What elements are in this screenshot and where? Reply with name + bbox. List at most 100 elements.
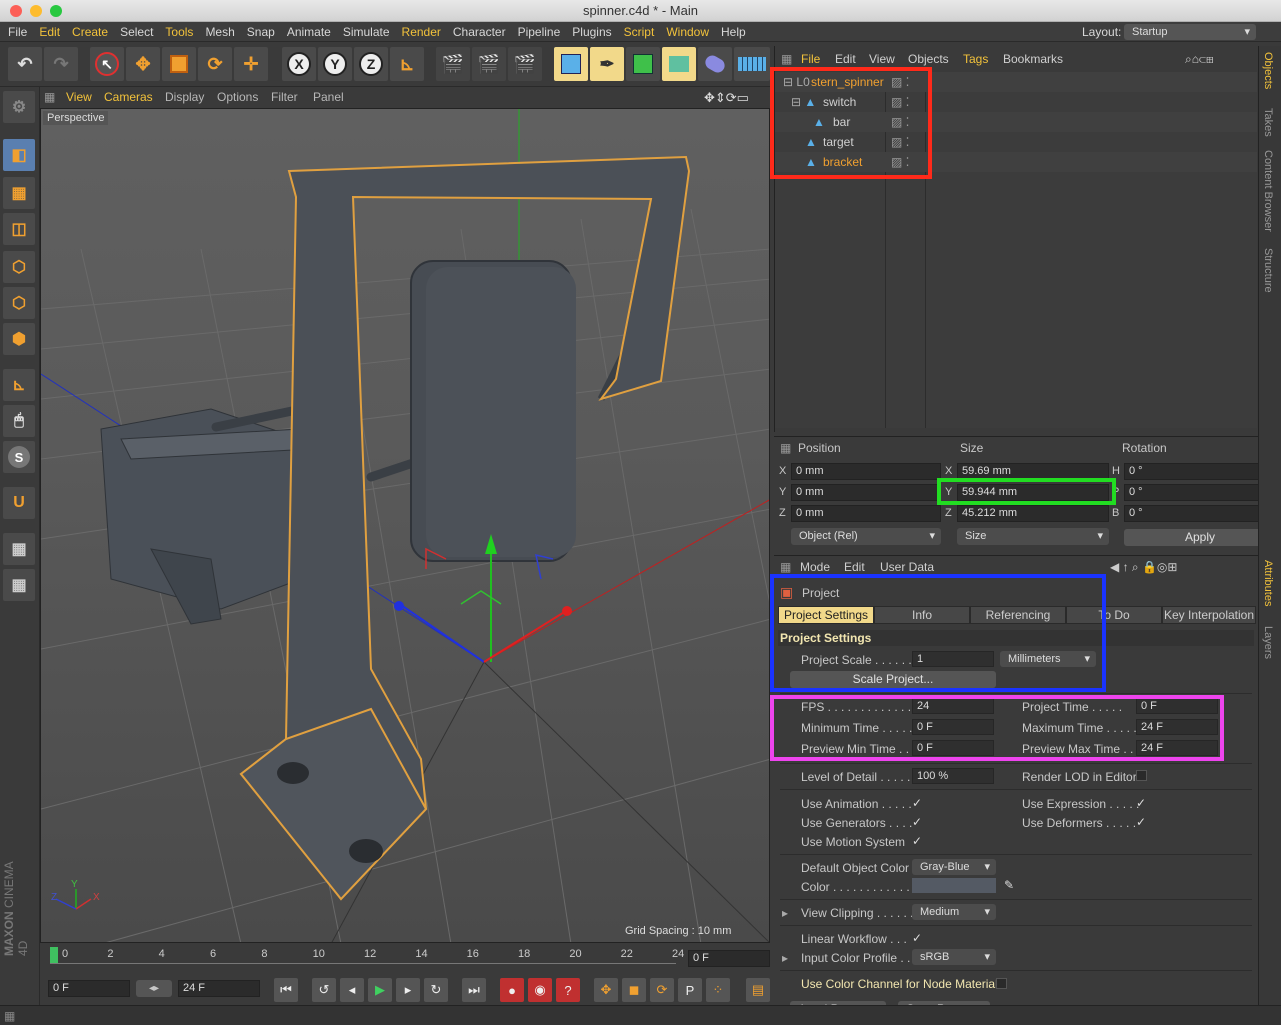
redo-icon[interactable]: ↷	[44, 47, 78, 81]
viewport-menu-options[interactable]: Options	[217, 90, 258, 104]
viewport-menu-cameras[interactable]: Cameras	[104, 90, 153, 104]
deformer-icon[interactable]	[698, 47, 732, 81]
points-mode-icon[interactable]: ⬡	[3, 251, 35, 283]
close-window-button[interactable]	[10, 5, 22, 17]
start-frame-field[interactable]: 0 F	[48, 980, 130, 997]
menu-render[interactable]: Render	[396, 22, 447, 42]
side-tab-layers[interactable]: Layers	[1262, 626, 1274, 659]
rotate-icon[interactable]: ⟳	[198, 47, 232, 81]
objects-menu-view[interactable]: View	[869, 52, 895, 66]
range-slider[interactable]: ◂▸	[136, 980, 172, 997]
pos-x-field[interactable]: 0 mm	[791, 463, 941, 480]
attr-menu-edit[interactable]: Edit	[844, 560, 865, 574]
pen-icon[interactable]: ✒	[590, 47, 624, 81]
key-rotation-icon[interactable]: ⟳	[650, 978, 674, 1002]
zoom-window-button[interactable]	[50, 5, 62, 17]
rot-h-field[interactable]: 0 °	[1124, 463, 1276, 480]
side-tab-attributes[interactable]: Attributes	[1262, 560, 1274, 606]
pos-z-field[interactable]: 0 mm	[791, 505, 941, 522]
rot-b-field[interactable]: 0 °	[1124, 505, 1276, 522]
locked-workplane-icon[interactable]: ▦	[3, 533, 35, 565]
menu-script[interactable]: Script	[618, 22, 661, 42]
live-selection-icon[interactable]: ↖	[90, 47, 124, 81]
timeline-window-icon[interactable]: ▤	[746, 978, 770, 1002]
playhead[interactable]	[50, 947, 58, 963]
timeline-ruler[interactable]: 0 2 4 6 8 10 12 14 16 18 20 22 24 0 F	[40, 945, 772, 975]
lod-field[interactable]: 100 %	[912, 768, 994, 784]
input-color-dropdown[interactable]: sRGB	[912, 949, 996, 965]
object-search-icon[interactable]: ⌕⌂⊂⊞	[1185, 52, 1214, 67]
menu-character[interactable]: Character	[447, 22, 512, 42]
texture-mode-icon[interactable]: ▦	[3, 177, 35, 209]
3d-viewport[interactable]: Perspective Y X Z Grid Spacing : 10 mm	[40, 108, 770, 943]
rot-p-field[interactable]: 0 °	[1124, 484, 1276, 501]
menu-pipeline[interactable]: Pipeline	[512, 22, 567, 42]
key-point-level-icon[interactable]: ⁘	[706, 978, 730, 1002]
make-editable-icon[interactable]: ⚙	[3, 91, 35, 123]
solo-icon[interactable]: S	[3, 441, 35, 473]
keyframe-selection-icon[interactable]: ?	[556, 978, 580, 1002]
use-deformers-checkbox[interactable]: ✓	[1136, 816, 1148, 828]
tweak-mode-icon[interactable]: 🖱	[3, 405, 35, 437]
model-mode-icon[interactable]: ◧	[3, 139, 35, 171]
cube-icon[interactable]	[554, 47, 588, 81]
pos-y-field[interactable]: 0 mm	[791, 484, 941, 501]
menu-mesh[interactable]: Mesh	[199, 22, 240, 42]
menu-help[interactable]: Help	[715, 22, 752, 42]
viewport-navigation-icons[interactable]: ✥⇕⟳▭	[704, 90, 749, 106]
menu-tools[interactable]: Tools	[159, 22, 199, 42]
subdivision-icon[interactable]	[626, 47, 660, 81]
side-tab-takes[interactable]: Takes	[1262, 108, 1274, 137]
render-settings-icon[interactable]: 🎬	[508, 47, 542, 81]
view-clipping-expand-icon[interactable]: ▸	[782, 906, 788, 920]
side-tab-objects[interactable]: Objects	[1262, 52, 1274, 89]
render-picture-viewer-icon[interactable]: 🎬	[472, 47, 506, 81]
eyedropper-icon[interactable]: ✎	[1004, 878, 1014, 892]
color-swatch[interactable]	[912, 878, 996, 893]
autokey-icon[interactable]: ◉	[528, 978, 552, 1002]
objects-menu-tags[interactable]: Tags	[963, 52, 988, 66]
y-axis-lock-icon[interactable]: Y	[318, 47, 352, 81]
coordinate-mode-dropdown[interactable]: Object (Rel)	[791, 528, 941, 545]
transform-icon[interactable]: ✛	[234, 47, 268, 81]
key-scale-icon[interactable]: ◼	[622, 978, 646, 1002]
x-axis-lock-icon[interactable]: X	[282, 47, 316, 81]
move-icon[interactable]: ✥	[126, 47, 160, 81]
side-tab-structure[interactable]: Structure	[1262, 248, 1274, 293]
use-motion-checkbox[interactable]: ✓	[912, 835, 924, 847]
use-generators-checkbox[interactable]: ✓	[912, 816, 924, 828]
use-animation-checkbox[interactable]: ✓	[912, 797, 924, 809]
scale-icon[interactable]	[162, 47, 196, 81]
viewport-menu-view[interactable]: View	[66, 90, 92, 104]
workplane-icon[interactable]: ◫	[3, 213, 35, 245]
record-keys-icon[interactable]: ●	[500, 978, 524, 1002]
objects-menu-bookmarks[interactable]: Bookmarks	[1003, 52, 1063, 66]
coordinate-system-icon[interactable]: ⊾	[390, 47, 424, 81]
menu-file[interactable]: File	[0, 22, 33, 42]
viewport-menu-filter[interactable]: Filter	[271, 90, 298, 104]
apply-button[interactable]: Apply	[1124, 529, 1276, 546]
attr-nav-icons[interactable]: ◀ ↑ ⌕ 🔒◎⊞	[1110, 560, 1177, 575]
objects-menu-edit[interactable]: Edit	[835, 52, 856, 66]
current-frame-field[interactable]: 0 F	[688, 950, 770, 967]
go-to-start-icon[interactable]: ⏮	[274, 978, 298, 1002]
key-parameter-icon[interactable]: P	[678, 978, 702, 1002]
key-position-icon[interactable]: ✥	[594, 978, 618, 1002]
side-tab-content-browser[interactable]: Content Browser	[1262, 150, 1274, 232]
floor-icon[interactable]	[734, 47, 770, 81]
polygons-mode-icon[interactable]: ⬢	[3, 323, 35, 355]
viewport-menu-display[interactable]: Display	[165, 90, 204, 104]
objects-menu-objects[interactable]: Objects	[908, 52, 949, 66]
minimize-window-button[interactable]	[30, 5, 42, 17]
size-z-field[interactable]: 45.212 mm	[957, 505, 1109, 522]
menu-select[interactable]: Select	[114, 22, 159, 42]
menu-plugins[interactable]: Plugins	[566, 22, 617, 42]
edges-mode-icon[interactable]: ⬡	[3, 287, 35, 319]
next-frame-icon[interactable]: ▸	[396, 978, 420, 1002]
node-material-checkbox[interactable]	[996, 978, 1007, 989]
viewport-menu-panel[interactable]: Panel	[313, 90, 344, 104]
objects-menu-file[interactable]: File	[801, 52, 820, 66]
menu-create[interactable]: Create	[66, 22, 114, 42]
menu-edit[interactable]: Edit	[33, 22, 66, 42]
use-expression-checkbox[interactable]: ✓	[1136, 797, 1148, 809]
